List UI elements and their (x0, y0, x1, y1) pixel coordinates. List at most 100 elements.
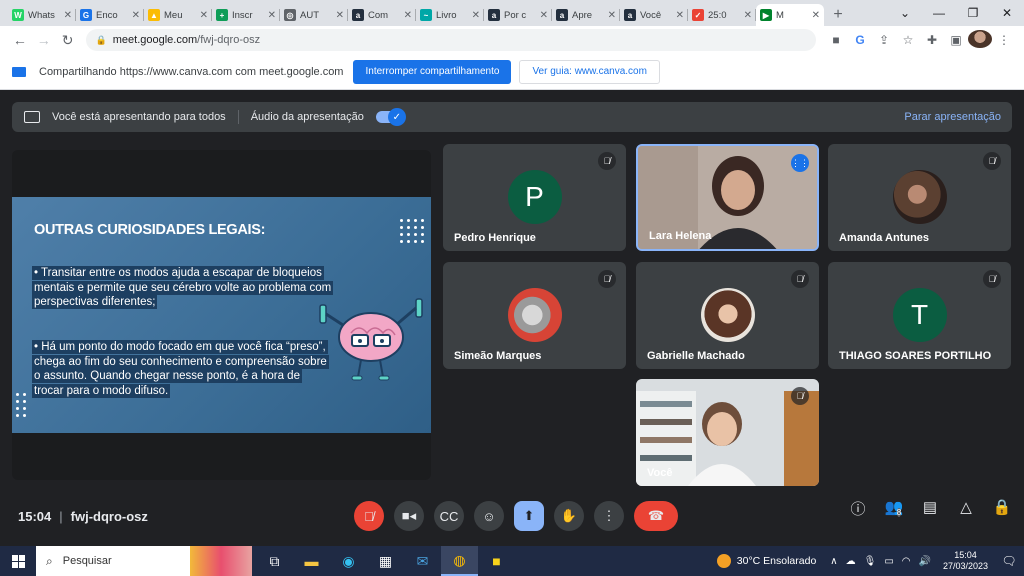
camera-indicator-icon[interactable]: ■ (824, 33, 848, 47)
browser-tab[interactable]: G Enco ✕ (76, 4, 144, 26)
audio-toggle[interactable]: ✓ (375, 108, 406, 126)
side-panel-icon[interactable]: ▣ (944, 33, 968, 47)
participant-tile[interactable]: T 🎙̸ THIAGO SOARES PORTILHO (828, 262, 1011, 369)
sticky-notes-icon[interactable]: ■ (478, 546, 515, 576)
menu-icon[interactable]: ⋮ (992, 33, 1016, 47)
edge-icon[interactable]: ◉ (330, 546, 367, 576)
close-tab-icon[interactable]: ✕ (64, 10, 72, 21)
chevron-up-icon[interactable]: ∧ (830, 556, 837, 567)
url-input[interactable]: 🔒 meet.google.com/fwj-dqro-osz (85, 29, 816, 51)
activities-icon[interactable]: △ (956, 498, 976, 534)
tab-favicon-icon: a (352, 9, 364, 21)
file-explorer-icon[interactable]: ▬ (293, 546, 330, 576)
close-tab-icon[interactable]: ✕ (608, 10, 616, 21)
close-tab-icon[interactable]: ✕ (336, 10, 344, 21)
clock[interactable]: 15:04 27/03/2023 (943, 550, 988, 572)
close-tab-icon[interactable]: ✕ (404, 10, 412, 21)
extensions-icon[interactable]: ✚ (920, 33, 944, 47)
reload-icon[interactable]: ↻ (56, 32, 80, 49)
self-view-tile[interactable]: 🎙̸ Você (636, 379, 819, 486)
present-button[interactable]: ⬆ (514, 501, 544, 531)
clock-time: 15:04 (954, 550, 977, 560)
forward-icon[interactable]: → (32, 32, 56, 48)
close-tab-icon[interactable]: ✕ (132, 10, 140, 21)
chrome-icon[interactable]: ◍ (441, 546, 478, 576)
bookmark-star-icon[interactable]: ☆ (896, 33, 920, 47)
side-controls: ⓘ 👥8 ▤ △ 🔒 (848, 498, 1012, 534)
battery-icon[interactable]: ▭ (884, 556, 893, 567)
close-tab-icon[interactable]: ✕ (540, 10, 548, 21)
browser-tab[interactable]: ✓ 25:0 ✕ (688, 4, 756, 26)
chat-icon[interactable]: ▤ (920, 498, 940, 534)
audio-label: Áudio da apresentação (250, 111, 364, 123)
minimize-icon[interactable]: — (922, 0, 956, 26)
participant-tile[interactable]: 🎙̸ Simeão Marques (443, 262, 626, 369)
wifi-icon[interactable]: ◠ (902, 556, 911, 567)
close-tab-icon[interactable]: ✕ (812, 10, 820, 21)
profile-avatar[interactable] (967, 29, 992, 51)
tab-search-icon[interactable]: ⌄ (888, 0, 922, 26)
close-window-icon[interactable]: ✕ (990, 0, 1024, 26)
tab-title: Com (368, 9, 389, 21)
view-tab-button[interactable]: Ver guia: www.canva.com (519, 59, 660, 84)
browser-tab[interactable]: ▶ M ✕ (756, 4, 824, 26)
close-tab-icon[interactable]: ✕ (268, 10, 276, 21)
check-icon: ✓ (387, 108, 406, 126)
start-button[interactable] (0, 554, 36, 568)
leave-call-button[interactable]: ☎ (634, 501, 678, 531)
store-icon[interactable]: ▦ (367, 546, 404, 576)
browser-tab[interactable]: a Por c ✕ (484, 4, 552, 26)
divider: | (59, 508, 63, 524)
back-icon[interactable]: ← (8, 32, 32, 48)
info-icon[interactable]: ⓘ (848, 498, 868, 534)
slide-bullet-1: • Transitar entre os modos ajuda a escap… (32, 266, 334, 309)
close-tab-icon[interactable]: ✕ (676, 10, 684, 21)
microphone-icon[interactable]: 🎙 (864, 556, 877, 567)
browser-tab[interactable]: a Você ✕ (620, 4, 688, 26)
task-view-icon[interactable]: ⧉ (256, 546, 293, 576)
camera-button[interactable]: ■◂ (394, 501, 424, 531)
more-options-button[interactable]: ⋮ (594, 501, 624, 531)
emoji-button[interactable]: ☺ (474, 501, 504, 531)
stop-presenting-button[interactable]: Parar apresentação (904, 111, 1001, 123)
people-icon[interactable]: 👥8 (884, 498, 904, 534)
browser-tab[interactable]: + Inscr ✕ (212, 4, 280, 26)
volume-icon[interactable]: 🔊 (919, 556, 931, 567)
meeting-code[interactable]: fwj-dqro-osz (71, 509, 148, 524)
browser-tab[interactable]: W Whats ✕ (8, 4, 76, 26)
tab-favicon-icon: ✓ (692, 9, 704, 21)
browser-tab[interactable]: ◎ AUT ✕ (280, 4, 348, 26)
stop-sharing-button[interactable]: Interromper compartilhamento (353, 59, 512, 84)
avatar (892, 170, 947, 224)
mic-off-button[interactable]: 🎙̸ (354, 501, 384, 531)
share-icon[interactable]: ⇪ (872, 33, 896, 47)
close-tab-icon[interactable]: ✕ (472, 10, 480, 21)
browser-tab[interactable]: a Apre ✕ (552, 4, 620, 26)
weather-text[interactable]: 30°C Ensolarado (737, 555, 817, 567)
tab-title: Por c (504, 9, 527, 21)
dots-decoration-bottom (16, 393, 26, 417)
notifications-icon[interactable]: 🗨 (998, 554, 1020, 568)
participant-tile[interactable]: ⋮⋮ Lara Helena (636, 144, 819, 251)
mail-icon[interactable]: ✉ (404, 546, 441, 576)
google-icon[interactable]: G (848, 33, 872, 47)
participant-tile[interactable]: 🎙̸ Amanda Antunes (828, 144, 1011, 251)
participant-tile[interactable]: P 🎙̸ Pedro Henrique (443, 144, 626, 251)
restore-icon[interactable]: ❐ (956, 0, 990, 26)
close-tab-icon[interactable]: ✕ (200, 10, 208, 21)
browser-tab[interactable]: ▲ Meu ✕ (144, 4, 212, 26)
browser-tab[interactable]: ~ Livro ✕ (416, 4, 484, 26)
tab-favicon-icon: W (12, 9, 24, 21)
participant-tile[interactable]: 🎙̸ Gabrielle Machado (636, 262, 819, 369)
close-tab-icon[interactable]: ✕ (744, 10, 752, 21)
taskbar-search-input[interactable]: ⌕ Pesquisar (36, 546, 190, 576)
new-tab-button[interactable]: + (824, 4, 852, 26)
raise-hand-button[interactable]: ✋ (554, 501, 584, 531)
tab-title: Apre (572, 9, 593, 21)
search-highlight-image[interactable] (190, 546, 252, 576)
host-controls-icon[interactable]: 🔒 (992, 498, 1012, 534)
cloud-icon[interactable]: ☁ (846, 556, 856, 567)
presentation-view: OUTRAS CURIOSIDADES LEGAIS: • Transitar … (12, 150, 431, 480)
browser-tab[interactable]: a Com ✕ (348, 4, 416, 26)
captions-button[interactable]: CC (434, 501, 464, 531)
